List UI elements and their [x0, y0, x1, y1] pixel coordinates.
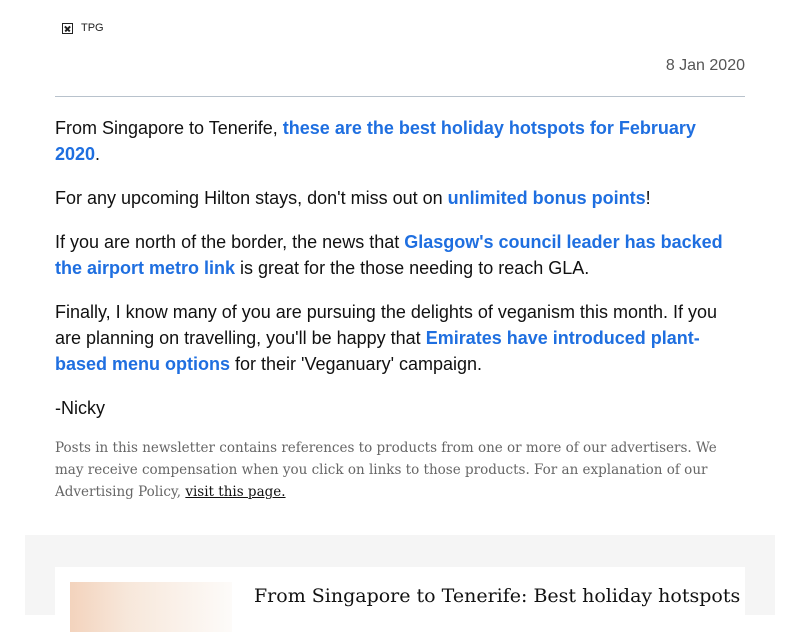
- paragraph-text: For any upcoming Hilton stays, don't mis…: [55, 188, 448, 208]
- paragraph-text: If you are north of the border, the news…: [55, 232, 405, 252]
- paragraph-hilton: For any upcoming Hilton stays, don't mis…: [55, 185, 745, 211]
- signoff: -Nicky: [55, 398, 105, 418]
- paragraph-text: for their 'Veganuary' campaign.: [230, 354, 483, 374]
- article-teaser-title[interactable]: From Singapore to Tenerife: Best holiday…: [254, 585, 740, 607]
- paragraph-text: is great for the those needing to reach …: [235, 258, 590, 278]
- paragraph-glasgow: If you are north of the border, the news…: [55, 229, 745, 281]
- newsletter-body: From Singapore to Tenerife, these are th…: [55, 115, 745, 503]
- divider: [55, 96, 745, 97]
- paragraph-text: !: [645, 188, 651, 208]
- link-advertising-policy[interactable]: visit this page.: [185, 484, 285, 500]
- logo-alt-text: TPG: [81, 22, 104, 34]
- paragraph-holiday-hotspots: From Singapore to Tenerife, these are th…: [55, 115, 745, 167]
- disclaimer-text: Posts in this newsletter contains refere…: [55, 440, 717, 500]
- newsletter-date: 8 Jan 2020: [665, 57, 745, 74]
- article-teaser-card[interactable]: From Singapore to Tenerife: Best holiday…: [55, 567, 745, 632]
- article-thumbnail[interactable]: [70, 582, 232, 632]
- broken-image-icon: [62, 22, 73, 34]
- link-bonus-points[interactable]: unlimited bonus points: [448, 188, 646, 208]
- logo[interactable]: TPG: [62, 21, 104, 35]
- advertiser-disclaimer: Posts in this newsletter contains refere…: [55, 437, 745, 503]
- paragraph-veganuary: Finally, I know many of you are pursuing…: [55, 299, 745, 377]
- paragraph-text: .: [95, 144, 101, 164]
- paragraph-text: From Singapore to Tenerife,: [55, 118, 283, 138]
